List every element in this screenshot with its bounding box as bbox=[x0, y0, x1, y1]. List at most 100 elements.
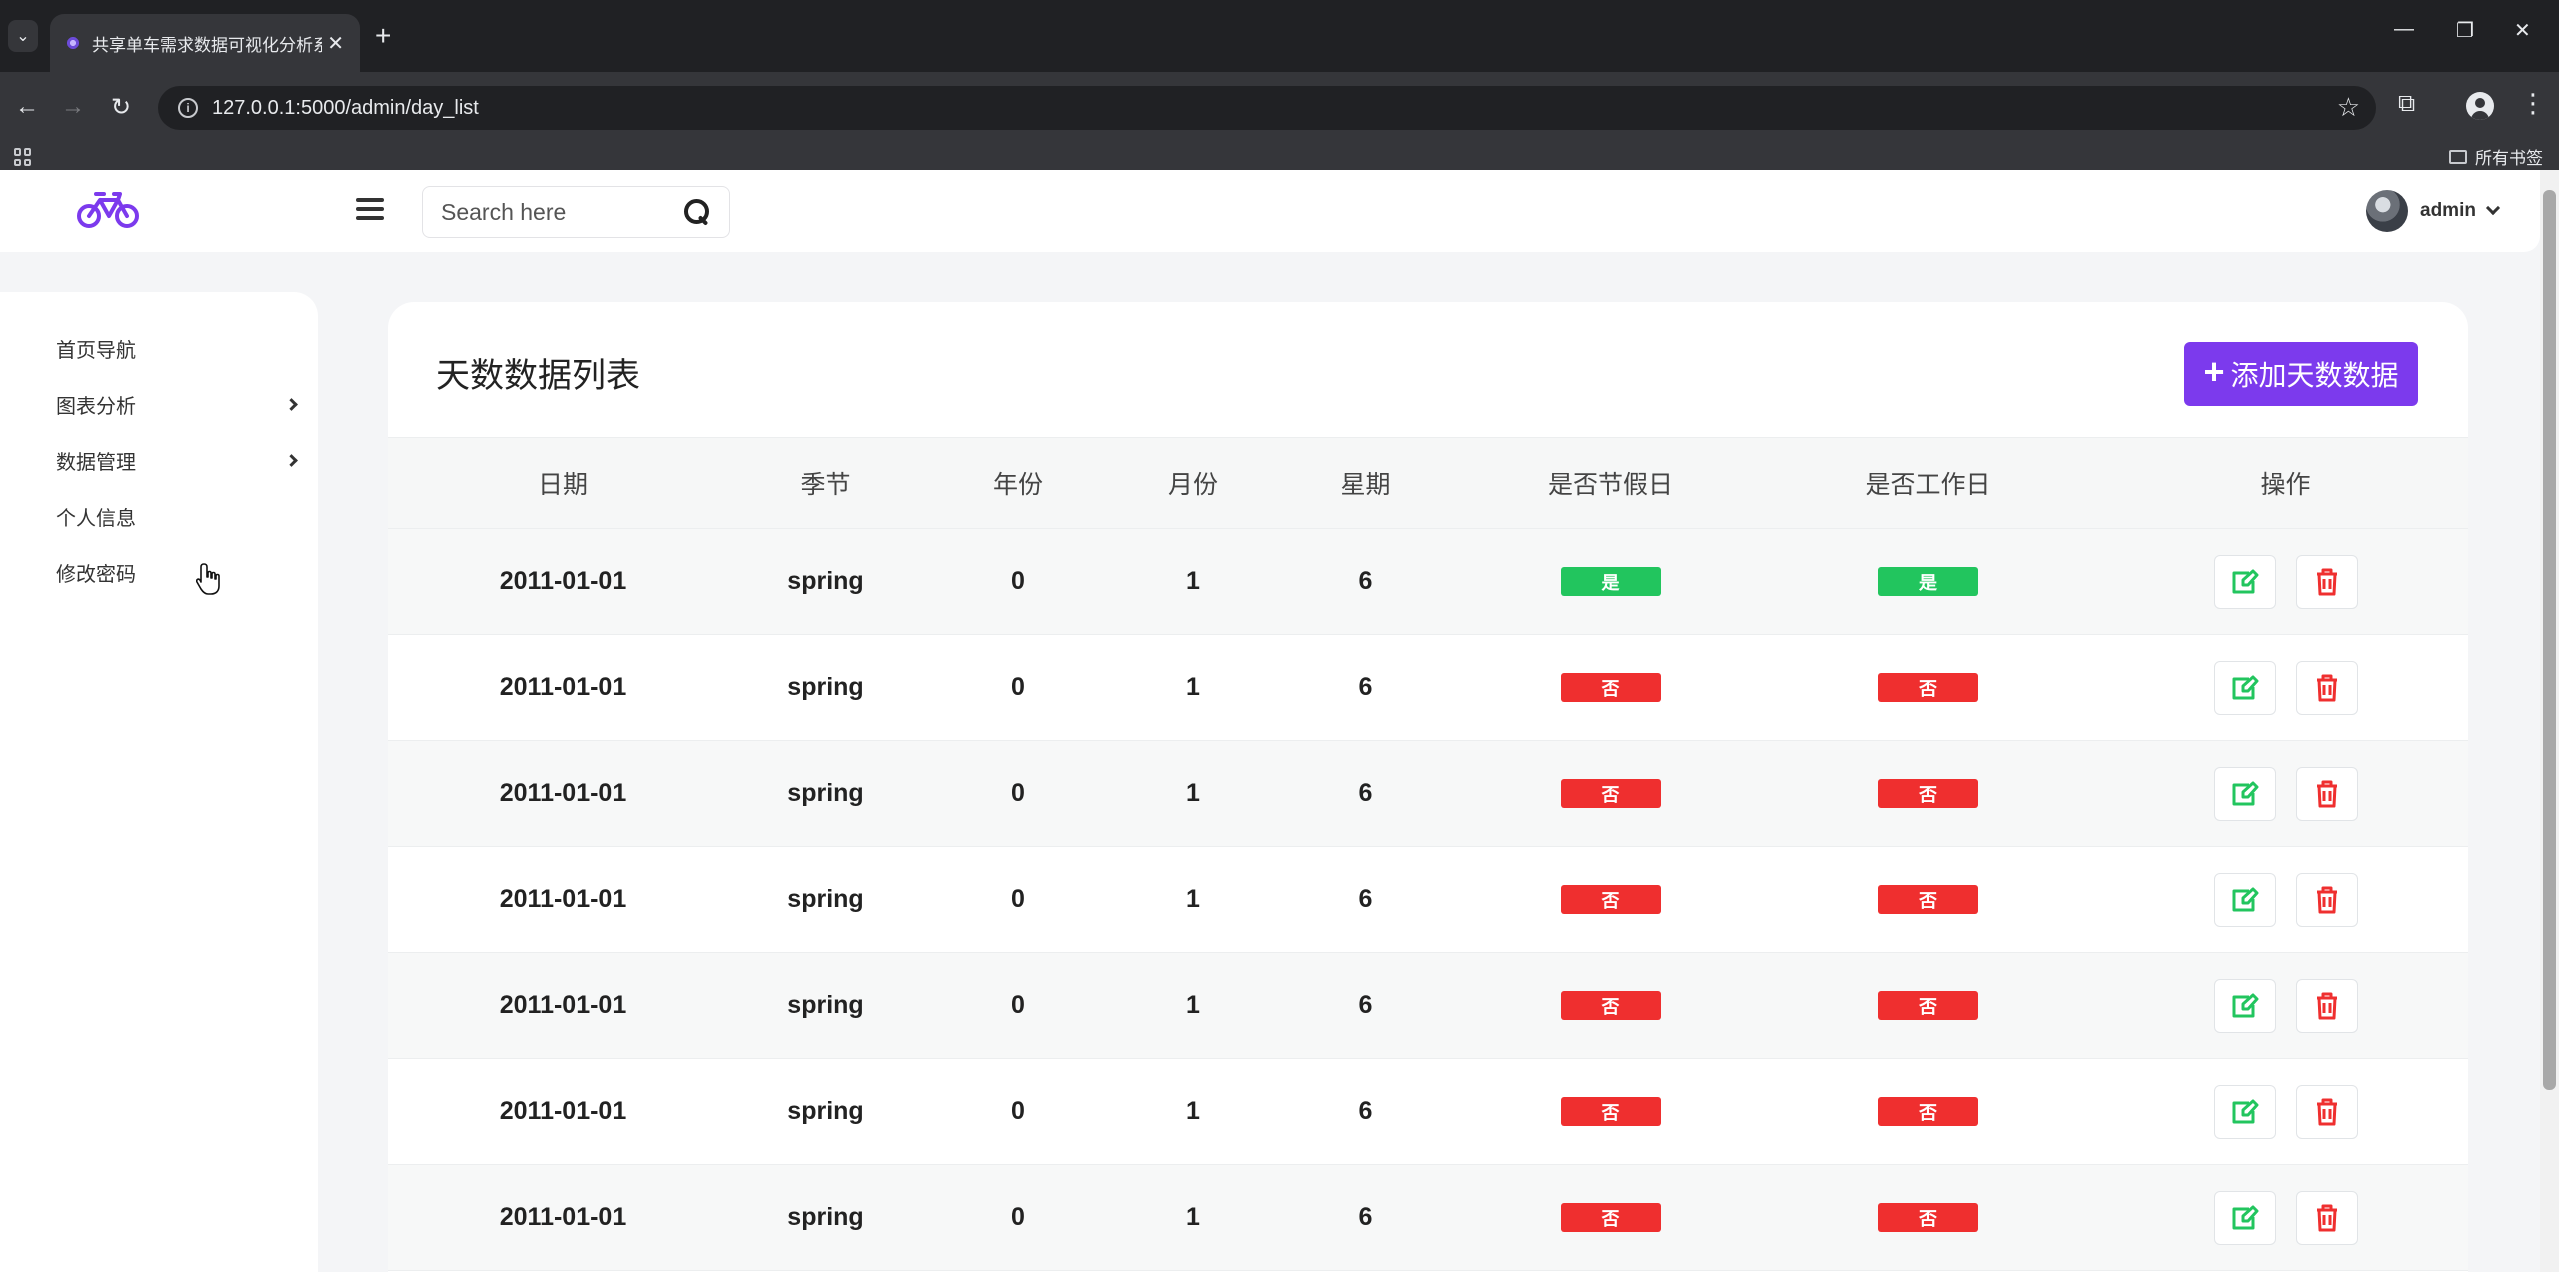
cell-holiday: 否 bbox=[1468, 1059, 1753, 1164]
edit-button[interactable] bbox=[2213, 1084, 2276, 1139]
delete-button[interactable] bbox=[2295, 766, 2358, 821]
tab-close-icon[interactable]: ✕ bbox=[327, 31, 344, 56]
sidebar-item-change-password[interactable]: 修改密码 bbox=[0, 544, 318, 600]
edit-icon bbox=[2232, 1099, 2258, 1123]
cell-workingday: 否 bbox=[1753, 1059, 2103, 1164]
table-row: 2011-01-01 spring 0 1 6 否 否 bbox=[388, 953, 2468, 1059]
delete-button[interactable] bbox=[2295, 554, 2358, 609]
add-day-data-button[interactable]: + 添加天数数据 bbox=[2184, 342, 2418, 406]
edit-button[interactable] bbox=[2213, 660, 2276, 715]
cell-actions bbox=[2103, 529, 2468, 634]
cell-holiday: 否 bbox=[1468, 953, 1753, 1058]
cell-holiday: 是 bbox=[1468, 529, 1753, 634]
cell-actions bbox=[2103, 1059, 2468, 1164]
new-tab-button[interactable]: + bbox=[375, 20, 391, 52]
address-bar[interactable]: i 127.0.0.1:5000/admin/day_list ☆ bbox=[158, 86, 2376, 130]
edit-icon bbox=[2232, 993, 2258, 1017]
workingday-badge: 否 bbox=[1878, 673, 1978, 702]
cell-year: 0 bbox=[1011, 779, 1025, 807]
cell-workingday: 否 bbox=[1753, 635, 2103, 740]
reload-icon[interactable]: ↻ bbox=[104, 90, 138, 124]
cell-season: spring bbox=[787, 567, 864, 595]
extensions-icon[interactable]: ⧉ bbox=[2398, 90, 2415, 118]
edit-button[interactable] bbox=[2213, 872, 2276, 927]
holiday-badge: 否 bbox=[1560, 673, 1661, 702]
cell-year: 0 bbox=[1011, 673, 1025, 701]
edit-button[interactable] bbox=[2213, 766, 2276, 821]
chevron-down-icon[interactable] bbox=[2485, 200, 2501, 216]
delete-button[interactable] bbox=[2295, 1084, 2358, 1139]
cell-date: 2011-01-01 bbox=[499, 991, 627, 1019]
holiday-badge: 否 bbox=[1560, 1097, 1661, 1126]
minimize-icon[interactable]: — bbox=[2394, 18, 2414, 41]
column-header-month: 月份 bbox=[1167, 471, 1218, 499]
cell-weekday: 6 bbox=[1358, 1203, 1373, 1231]
table-row: 2011-01-01 spring 0 1 6 否 否 bbox=[388, 1165, 2468, 1271]
delete-button[interactable] bbox=[2295, 660, 2358, 715]
back-icon[interactable]: ← bbox=[10, 90, 44, 124]
cell-holiday: 否 bbox=[1468, 635, 1753, 740]
cell-actions bbox=[2103, 847, 2468, 952]
edit-button[interactable] bbox=[2213, 1190, 2276, 1245]
window-close-icon[interactable]: ✕ bbox=[2514, 18, 2531, 43]
column-header-holiday: 是否节假日 bbox=[1547, 471, 1673, 499]
cell-date: 2011-01-01 bbox=[499, 779, 627, 807]
cell-weekday: 6 bbox=[1358, 673, 1373, 701]
cell-workingday: 否 bbox=[1753, 741, 2103, 846]
cell-actions bbox=[2103, 953, 2468, 1058]
cell-workingday: 否 bbox=[1753, 847, 2103, 952]
sidebar-item-profile[interactable]: 个人信息 bbox=[0, 488, 318, 544]
search-input[interactable] bbox=[441, 198, 671, 226]
app-viewport: admin 首页导航 图表分析 数据管理 个人信息 修改密码 天数数据列表 + … bbox=[0, 170, 2540, 1272]
day-data-table: 日期 季节 年份 月份 星期 是否节假日 是否工作日 操作 2011-01-01… bbox=[388, 437, 2468, 1271]
cell-year: 0 bbox=[1011, 1203, 1025, 1231]
sidebar-item-label: 数据管理 bbox=[56, 451, 136, 474]
edit-icon bbox=[2232, 781, 2258, 805]
table-row: 2011-01-01 spring 0 1 6 是 是 bbox=[388, 529, 2468, 635]
trash-icon bbox=[2316, 780, 2337, 807]
all-bookmarks-folder[interactable]: 所有书签 bbox=[2449, 144, 2543, 169]
browser-menu-icon[interactable]: ⋮ bbox=[2520, 88, 2546, 119]
cell-year: 0 bbox=[1011, 991, 1025, 1019]
favicon-icon bbox=[66, 36, 80, 50]
restore-icon[interactable]: ❐ bbox=[2456, 18, 2474, 43]
bicycle-icon[interactable] bbox=[76, 186, 140, 232]
column-header-actions: 操作 bbox=[2260, 471, 2311, 499]
browser-toolbar: ← → ↻ i 127.0.0.1:5000/admin/day_list ☆ … bbox=[0, 72, 2559, 142]
scrollbar-thumb[interactable] bbox=[2543, 190, 2556, 1090]
site-info-icon[interactable]: i bbox=[178, 98, 198, 118]
edit-button[interactable] bbox=[2213, 554, 2276, 609]
sidebar-item-label: 首页导航 bbox=[56, 339, 136, 362]
page-title: 天数数据列表 bbox=[436, 357, 640, 395]
delete-button[interactable] bbox=[2295, 872, 2358, 927]
avatar[interactable] bbox=[2366, 190, 2408, 232]
url-text: 127.0.0.1:5000/admin/day_list bbox=[212, 96, 479, 119]
delete-button[interactable] bbox=[2295, 978, 2358, 1033]
page-scrollbar[interactable] bbox=[2540, 170, 2559, 1272]
apps-grid-icon[interactable] bbox=[14, 148, 32, 166]
edit-icon bbox=[2232, 1205, 2258, 1229]
trash-icon bbox=[2316, 886, 2337, 913]
edit-button[interactable] bbox=[2213, 978, 2276, 1033]
search-icon[interactable] bbox=[683, 198, 711, 226]
workingday-badge: 否 bbox=[1878, 1203, 1978, 1232]
sidebar-item-home[interactable]: 首页导航 bbox=[0, 320, 318, 376]
trash-icon bbox=[2316, 674, 2337, 701]
table-row: 2011-01-01 spring 0 1 6 否 否 bbox=[388, 847, 2468, 953]
browser-tab-active[interactable]: 共享单车需求数据可视化分析系统 ✕ bbox=[50, 14, 360, 72]
delete-button[interactable] bbox=[2295, 1190, 2358, 1245]
profile-icon[interactable] bbox=[2466, 92, 2494, 120]
user-name[interactable]: admin bbox=[2420, 200, 2476, 222]
sidebar-item-charts[interactable]: 图表分析 bbox=[0, 376, 318, 432]
cell-holiday: 否 bbox=[1468, 847, 1753, 952]
menu-toggle-icon[interactable] bbox=[356, 198, 384, 220]
holiday-badge: 否 bbox=[1560, 991, 1661, 1020]
bookmark-star-icon[interactable]: ☆ bbox=[2337, 92, 2360, 123]
user-menu[interactable]: admin bbox=[2366, 190, 2501, 232]
trash-icon bbox=[2316, 1204, 2337, 1231]
sidebar-item-data-management[interactable]: 数据管理 bbox=[0, 432, 318, 488]
cell-actions bbox=[2103, 1165, 2468, 1270]
folder-icon bbox=[2449, 149, 2467, 164]
tab-search-button[interactable]: ⌄ bbox=[8, 20, 38, 52]
forward-icon[interactable]: → bbox=[56, 90, 90, 124]
